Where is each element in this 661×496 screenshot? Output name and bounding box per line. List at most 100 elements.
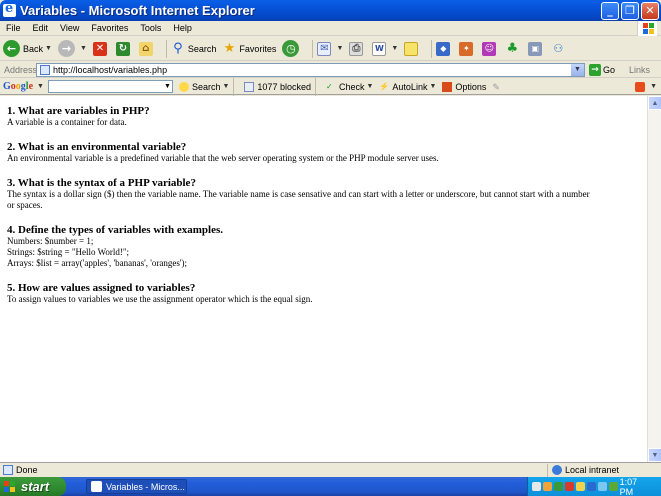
favorites-button[interactable]: ★ Favorites <box>222 41 277 56</box>
chevron-down-icon[interactable]: ▼ <box>80 45 87 52</box>
home-button[interactable]: ⌂ <box>138 41 156 56</box>
menu-tools[interactable]: Tools <box>134 23 167 33</box>
address-input[interactable]: http://localhost/variables.php ▼ <box>36 62 585 77</box>
toolbar-separator <box>431 39 433 58</box>
stop-button[interactable]: ✕ <box>92 41 110 56</box>
popup-blocker-icon <box>244 81 255 92</box>
scroll-up-arrow-icon[interactable]: ▲ <box>648 96 661 110</box>
favorites-label: Favorites <box>239 43 277 54</box>
answer-text: To assign values to variables we use the… <box>7 294 313 304</box>
google-logo[interactable]: Google <box>3 81 33 92</box>
status-bar: Done Local intranet <box>0 462 661 477</box>
chevron-down-icon[interactable]: ▼ <box>163 81 172 92</box>
chevron-down-icon[interactable]: ▼ <box>650 83 657 90</box>
close-button[interactable]: ✕ <box>641 1 659 20</box>
chevron-down-icon[interactable]: ▼ <box>391 45 398 52</box>
tray-app-icon[interactable] <box>575 482 585 491</box>
answer-text: Arrays: $list = array('apples', 'bananas… <box>7 258 187 268</box>
address-label: Address <box>4 64 38 75</box>
section-heading: 5. How are values assigned to variables? <box>7 282 196 294</box>
shield-button[interactable]: ▣ <box>528 41 545 56</box>
search-icon <box>178 81 189 92</box>
ie-icon <box>3 1 16 17</box>
start-button[interactable]: start <box>0 477 66 496</box>
globe-icon <box>552 465 562 475</box>
tray-app-icon[interactable] <box>586 482 596 491</box>
edit-button[interactable]: W ▼ <box>372 41 398 56</box>
qa-section: 1. What are variables in PHP? A variable… <box>7 105 640 128</box>
menu-file[interactable]: File <box>0 23 27 33</box>
tray-app-icon[interactable] <box>564 482 574 491</box>
start-label: start <box>21 479 50 494</box>
chevron-down-icon[interactable]: ▼ <box>571 63 584 76</box>
status-text: Done <box>16 465 38 475</box>
links-label[interactable]: Links <box>629 65 650 75</box>
tray-app-icon[interactable] <box>597 482 607 491</box>
tray-app-icon[interactable] <box>608 482 618 491</box>
discuss-button[interactable] <box>404 41 421 56</box>
refresh-button[interactable]: ↻ <box>115 41 133 56</box>
minimize-button[interactable]: _ <box>601 1 619 20</box>
page-done-icon <box>3 465 13 475</box>
refresh-icon: ↻ <box>115 41 130 56</box>
taskbar-item-ie[interactable]: Variables - Micros... <box>86 479 187 494</box>
chevron-down-icon[interactable]: ▼ <box>429 83 436 90</box>
google-search-button[interactable]: Search ▼ <box>178 81 229 92</box>
research-button[interactable]: ◆ <box>436 41 453 56</box>
back-button[interactable]: ← Back ▼ <box>3 40 52 57</box>
menu-view[interactable]: View <box>54 23 85 33</box>
search-button[interactable]: ⚲ Search <box>171 41 216 56</box>
google-menu-button[interactable]: ▼ <box>635 81 657 92</box>
tray-app-icon[interactable] <box>542 482 552 491</box>
zone-text: Local intranet <box>565 465 620 475</box>
forward-button[interactable]: → ▼ <box>57 40 87 57</box>
note-icon <box>404 41 419 56</box>
go-label: Go <box>603 64 616 75</box>
qa-section: 4. Define the types of variables with ex… <box>7 224 640 269</box>
section-heading: 3. What is the syntax of a PHP variable? <box>7 177 196 189</box>
search-icon: ⚲ <box>173 41 183 56</box>
forward-arrow-icon: → <box>57 40 75 57</box>
chevron-down-icon[interactable]: ▼ <box>336 45 343 52</box>
vertical-scrollbar[interactable]: ▲ ▼ <box>647 96 661 462</box>
scroll-down-arrow-icon[interactable]: ▼ <box>648 448 661 462</box>
home-icon: ⌂ <box>138 41 153 56</box>
options-icon <box>442 81 453 92</box>
menu-bar: File Edit View Favorites Tools Help <box>0 21 661 36</box>
window-title-bar[interactable]: Variables - Microsoft Internet Explorer … <box>0 0 661 21</box>
google-search-input[interactable]: ▼ <box>47 80 173 93</box>
options-button[interactable]: Options <box>442 81 486 92</box>
maximize-button[interactable]: ❐ <box>621 1 639 20</box>
shield-icon: ▣ <box>528 41 543 56</box>
chevron-down-icon[interactable]: ▼ <box>222 83 229 90</box>
menu-favorites[interactable]: Favorites <box>85 23 134 33</box>
menu-help[interactable]: Help <box>167 23 198 33</box>
taskbar-item-label: Variables - Micros... <box>106 481 185 492</box>
popup-blocker-button[interactable]: 1077 blocked <box>244 81 311 92</box>
print-button[interactable]: ⎙ <box>349 41 366 56</box>
section-heading: 1. What are variables in PHP? <box>7 105 150 117</box>
history-icon: ◷ <box>282 40 300 57</box>
tray-app-icon[interactable] <box>553 482 563 491</box>
people-button[interactable]: ⚇ <box>551 42 568 56</box>
highlight-button[interactable]: ✎ <box>492 82 505 92</box>
page-content: 1. What are variables in PHP? A variable… <box>0 96 647 462</box>
menu-edit[interactable]: Edit <box>27 23 55 33</box>
autolink-button[interactable]: ⚡ AutoLink ▼ <box>379 82 436 92</box>
smiley-icon: ☺ <box>482 41 497 56</box>
chevron-down-icon[interactable]: ▼ <box>366 83 373 90</box>
history-button[interactable]: ◷ <box>282 40 302 57</box>
messenger-button[interactable]: ✦ <box>459 41 476 56</box>
mail-button[interactable]: ✉ ▼ <box>317 41 343 56</box>
go-button[interactable]: → Go <box>589 63 616 76</box>
print-icon: ⎙ <box>349 41 364 56</box>
answer-text: The syntax is a dollar sign ($) then the… <box>7 189 590 199</box>
chevron-down-icon[interactable]: ▼ <box>45 45 52 52</box>
spell-check-button[interactable]: ✓ Check ▼ <box>326 82 373 92</box>
tray-app-icon[interactable] <box>532 482 541 491</box>
clover-icon: ♣ <box>506 41 519 56</box>
clover-button[interactable]: ♣ <box>505 41 522 56</box>
smiley-button[interactable]: ☺ <box>482 41 499 56</box>
chevron-down-icon[interactable]: ▼ <box>37 83 44 90</box>
taskbar-clock[interactable]: 1:07 PM <box>620 477 653 496</box>
